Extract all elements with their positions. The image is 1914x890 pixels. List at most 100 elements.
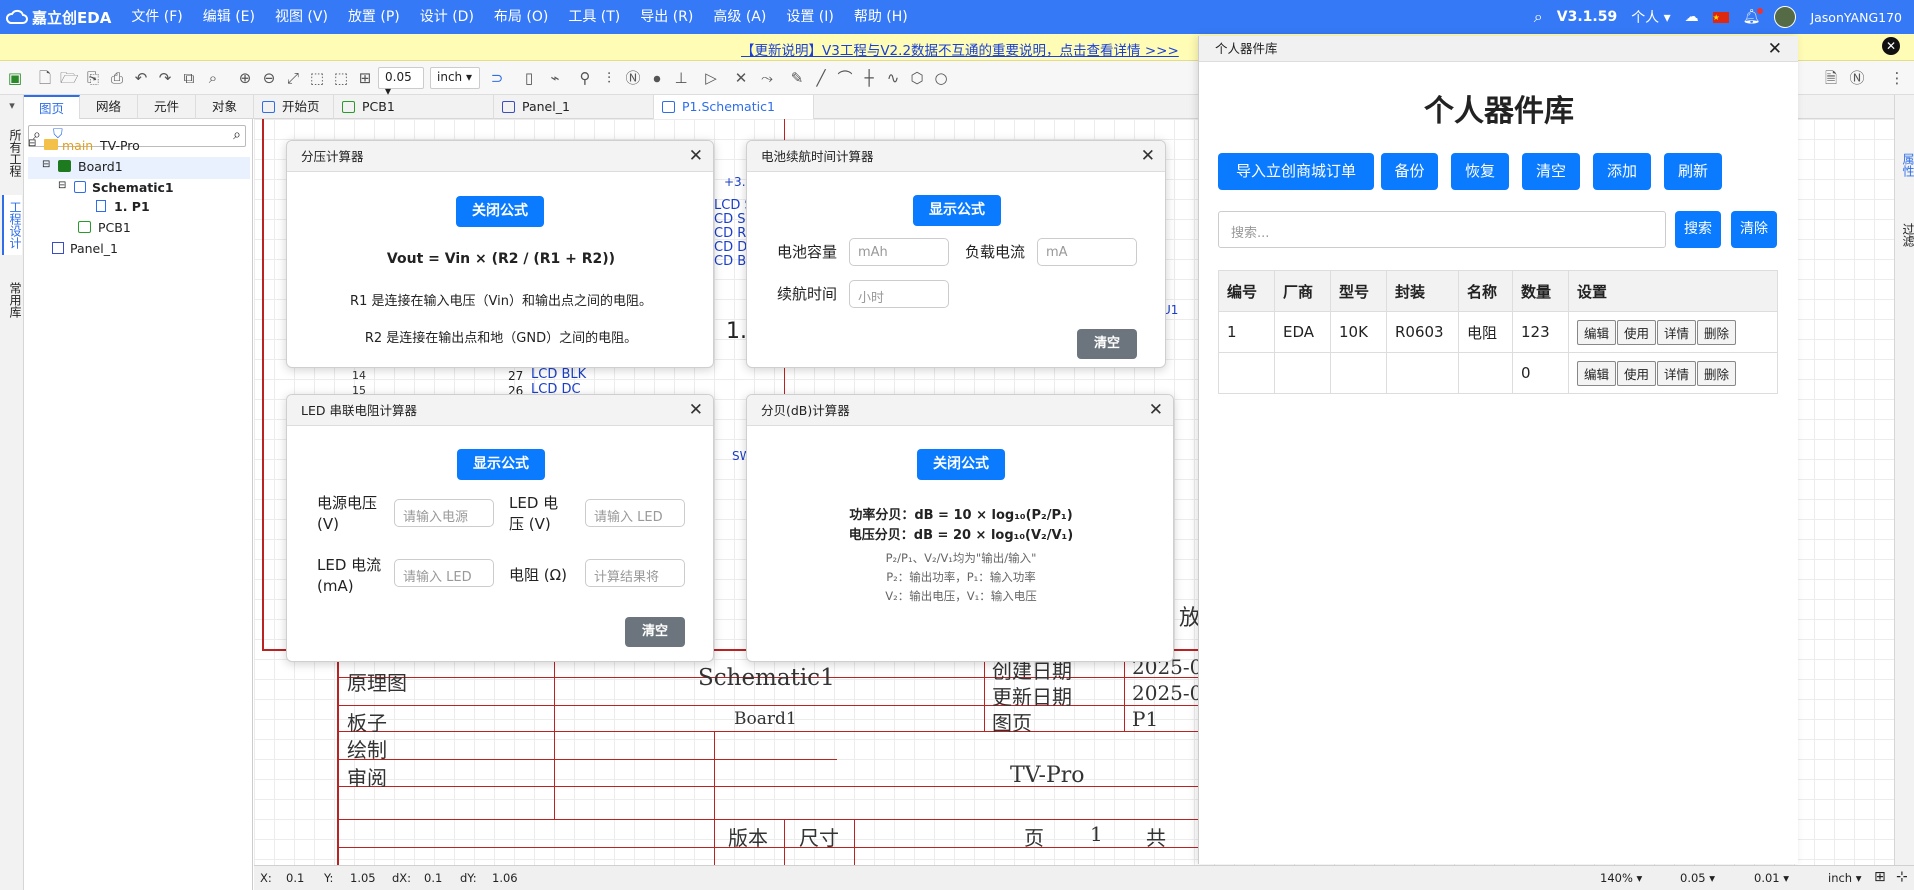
fit-icon[interactable]: ⤢ (284, 69, 302, 87)
menu-item[interactable]: 放置 (P) (338, 0, 410, 34)
strip-properties[interactable]: 属性 (1895, 145, 1914, 185)
snap-icon[interactable]: ⊹ (1896, 869, 1908, 885)
notice-close-icon[interactable]: ✕ (1882, 37, 1900, 55)
tree-pcb[interactable]: PCB1 (28, 218, 250, 240)
use-button[interactable]: 使用 (1617, 360, 1657, 386)
grid-select[interactable]: 0.05 ▾ (1680, 871, 1715, 885)
save-icon[interactable]: ⎘ (84, 69, 102, 87)
zoom-in-icon[interactable]: ⊕ (236, 69, 254, 87)
tree-page[interactable]: 1. P1 (28, 197, 250, 219)
load-input[interactable]: mA (1037, 238, 1137, 266)
junction-icon[interactable]: ⦁ (648, 69, 666, 87)
no-connect-icon[interactable]: ✕ (732, 69, 750, 87)
led-voltage-input[interactable]: 请输入 LED (585, 499, 685, 527)
bell-icon[interactable]: 🔔︎ (1743, 8, 1764, 25)
capacity-input[interactable]: mAh (849, 238, 949, 266)
copy-icon[interactable]: ⧉ (180, 69, 198, 87)
component-icon[interactable]: ▯ (520, 69, 538, 87)
search-button[interactable]: 搜索 (1675, 211, 1721, 248)
close-icon[interactable]: ✕ (1141, 141, 1155, 172)
edit-button[interactable]: 编辑 (1577, 319, 1617, 345)
strip-common-library[interactable]: 常用库 (2, 275, 22, 325)
snap-select[interactable]: 0.01 ▾ (1754, 871, 1789, 885)
grid-icon[interactable]: ⊞ (356, 69, 374, 87)
led-current-input[interactable]: 请输入 LED (394, 559, 494, 587)
collapse-icon[interactable]: ⊟ (28, 138, 36, 149)
netlabel-icon[interactable]: ⚲ (576, 69, 594, 87)
doc-tab-start[interactable]: 开始页 (254, 95, 334, 119)
user-name[interactable]: JasonYANG170 (1810, 10, 1902, 25)
personal-dropdown[interactable]: 个人 ▾ (1631, 7, 1670, 27)
collapse-icon[interactable]: ⊟ (58, 180, 66, 191)
menu-item[interactable]: 导出 (R) (630, 0, 703, 34)
arc-icon[interactable]: ⌒ (836, 69, 854, 87)
supply-voltage-input[interactable]: 请输入电源 (394, 499, 494, 527)
restore-button[interactable]: 恢复 (1451, 153, 1509, 190)
tab-nets[interactable]: 网络 (80, 95, 138, 119)
grid-icon[interactable]: ⊞ (1874, 869, 1886, 885)
netlist-icon[interactable]: Ⓝ (1848, 69, 1866, 87)
tree-board[interactable]: ⊟ Board1 (28, 157, 250, 179)
doc-tab-panel1[interactable]: Panel_1 (494, 95, 654, 119)
menu-item[interactable]: 布局 (O) (484, 0, 558, 34)
library-search-input[interactable]: 搜索... (1218, 211, 1666, 248)
tree-panel[interactable]: Panel_1 (28, 239, 250, 261)
polygon-icon[interactable]: ⬡ (908, 69, 926, 87)
edit-button[interactable]: 编辑 (1577, 360, 1617, 386)
strip-project-design[interactable]: 工程设计 (2, 195, 22, 255)
curve-icon[interactable]: ∿ (884, 69, 902, 87)
pen-icon[interactable]: ✎ (788, 69, 806, 87)
menu-item[interactable]: 编辑 (E) (193, 0, 265, 34)
circle-icon[interactable]: ○ (932, 69, 950, 87)
tab-components[interactable]: 元件 (138, 95, 196, 119)
zoom-area-icon[interactable]: ⬚ (308, 69, 326, 87)
details-button[interactable]: 详情 (1657, 319, 1697, 345)
resistance-output[interactable]: 计算结果将 (585, 559, 685, 587)
close-icon[interactable]: ✕ (1149, 395, 1163, 426)
open-folder-icon[interactable]: 🗁 (60, 69, 79, 87)
toggle-formula-button[interactable]: 关闭公式 (917, 449, 1005, 480)
tab-pages[interactable]: 图页 (24, 95, 80, 119)
clear-search-button[interactable]: 清除 (1731, 211, 1777, 248)
refresh-button[interactable]: 刷新 (1664, 153, 1722, 190)
time-output[interactable]: 小时 (849, 280, 949, 308)
clear-button[interactable]: 清空 (1077, 329, 1137, 359)
pin-icon[interactable]: ▾ (3, 97, 21, 115)
import-order-button[interactable]: 导入立创商城订单 (1218, 153, 1374, 190)
print-icon[interactable]: ⎙ (108, 69, 126, 87)
menu-item[interactable]: 视图 (V) (265, 0, 338, 34)
strip-filter[interactable]: 过滤 (1895, 215, 1914, 255)
menu-item[interactable]: 文件 (F) (121, 0, 192, 34)
find-icon[interactable]: ⌕ (204, 69, 222, 87)
toggle-formula-button[interactable]: 关闭公式 (456, 196, 544, 227)
wire-icon[interactable]: ⤳ (758, 69, 776, 87)
flag-icon[interactable]: ★ (1712, 11, 1729, 23)
menu-item[interactable]: 高级 (A) (703, 0, 776, 34)
notice-link[interactable]: 【更新说明】V3工程与V2.2数据不互通的重要说明，点击查看详情 >>> (741, 39, 1179, 59)
menu-item[interactable]: 设计 (D) (410, 0, 484, 34)
cloud-icon[interactable]: ☁ (1685, 9, 1699, 25)
doc-tab-schematic[interactable]: P1.Schematic1 (654, 95, 814, 119)
tab-objects[interactable]: 对象 (196, 95, 254, 119)
app-logo[interactable]: 嘉立创EDA (0, 7, 121, 28)
undo-icon[interactable]: ↶ (132, 69, 150, 87)
unit-select[interactable]: inch ▾ (1828, 871, 1862, 885)
use-button[interactable]: 使用 (1617, 319, 1657, 345)
doc-tab-pcb1[interactable]: PCB1 (334, 95, 494, 119)
close-icon[interactable]: ✕ (689, 395, 703, 426)
clear-button[interactable]: 清空 (625, 617, 685, 647)
snap-icon[interactable]: ⊃ (488, 69, 506, 87)
netport-icon[interactable]: Ⓝ (624, 69, 642, 87)
redo-icon[interactable]: ↷ (156, 69, 174, 87)
add-button[interactable]: 添加 (1593, 153, 1651, 190)
details-button[interactable]: 详情 (1657, 360, 1697, 386)
port-icon[interactable]: ▷ (702, 69, 720, 87)
bus-icon[interactable]: ⫶ (600, 69, 618, 87)
color-picker-icon[interactable]: ▣ (6, 69, 24, 87)
strip-all-projects[interactable]: 所有工程 (2, 123, 22, 183)
power-icon[interactable]: ⊥ (672, 69, 690, 87)
export-icon[interactable]: 🗎 (1822, 69, 1840, 87)
new-file-icon[interactable]: 🗋 (36, 69, 54, 87)
zoom-select[interactable]: 140% ▾ (1600, 871, 1642, 885)
menu-item[interactable]: 工具 (T) (558, 0, 630, 34)
